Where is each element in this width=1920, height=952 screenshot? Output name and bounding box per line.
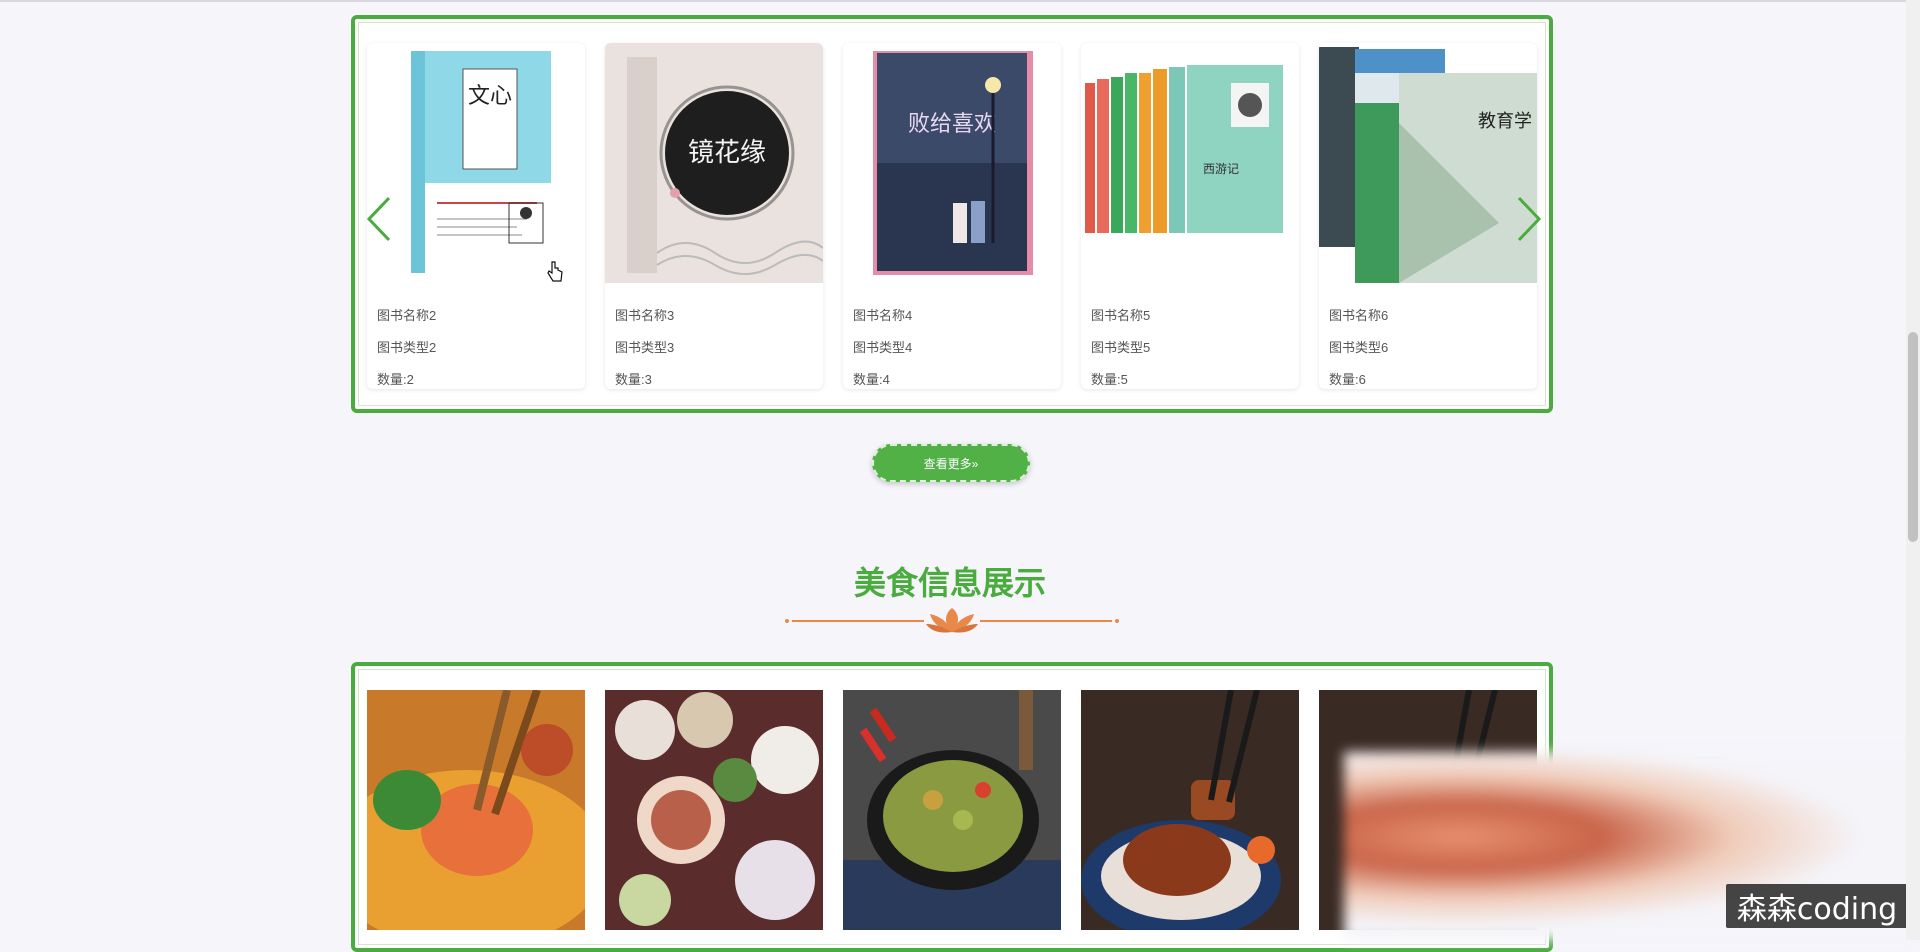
food-card[interactable] bbox=[843, 690, 1061, 930]
view-more-button[interactable]: 查看更多» bbox=[872, 444, 1030, 482]
chevron-left-icon[interactable] bbox=[365, 194, 393, 244]
cover-title: 文心 bbox=[468, 84, 512, 109]
book-carousel: 文心 图书名称2 图书类型2 数量:2 镜花缘 图书名称3 图书类型3 数量:3… bbox=[351, 15, 1553, 413]
book-type: 图书类型4 bbox=[853, 340, 913, 355]
book-type: 图书类型2 bbox=[377, 340, 437, 355]
book-type: 图书类型3 bbox=[615, 340, 675, 355]
book-card[interactable]: 教育学 图书名称6 图书类型6 数量:6 bbox=[1319, 43, 1537, 389]
book-name: 图书名称3 bbox=[615, 308, 675, 323]
cover-title: 镜花缘 bbox=[688, 138, 766, 168]
book-cover[interactable]: 教育学 bbox=[1319, 43, 1537, 283]
book-cover[interactable]: 败给喜欢 bbox=[843, 43, 1061, 283]
top-border bbox=[0, 0, 1920, 2]
scrollbar-thumb[interactable] bbox=[1908, 332, 1918, 542]
book-card[interactable]: 败给喜欢 图书名称4 图书类型4 数量:4 bbox=[843, 43, 1061, 389]
book-name: 图书名称2 bbox=[377, 308, 437, 323]
book-name: 图书名称5 bbox=[1091, 308, 1151, 323]
book-cover[interactable]: 镜花缘 bbox=[605, 43, 823, 283]
cover-title: 西游记 bbox=[1203, 162, 1239, 176]
food-card[interactable] bbox=[1081, 690, 1299, 930]
food-image[interactable] bbox=[367, 690, 585, 930]
food-image[interactable] bbox=[1081, 690, 1299, 930]
lotus-icon bbox=[926, 608, 978, 633]
book-card[interactable]: 文心 图书名称2 图书类型2 数量:2 bbox=[367, 43, 585, 389]
food-image[interactable] bbox=[843, 690, 1061, 930]
book-name: 图书名称4 bbox=[853, 308, 913, 323]
hand-cursor-icon bbox=[547, 261, 563, 282]
book-type: 图书类型5 bbox=[1091, 340, 1151, 355]
cover-title: 教育学 bbox=[1478, 111, 1532, 132]
book-count: 数量:3 bbox=[615, 372, 652, 387]
book-count: 数量:4 bbox=[853, 372, 890, 387]
book-cover[interactable]: 文心 bbox=[367, 43, 585, 283]
book-count: 数量:6 bbox=[1329, 372, 1366, 387]
title-divider bbox=[785, 608, 1119, 633]
food-card[interactable] bbox=[367, 690, 585, 930]
book-card[interactable]: 镜花缘 图书名称3 图书类型3 数量:3 bbox=[605, 43, 823, 389]
section-title: 美食信息展示 bbox=[853, 565, 1046, 601]
watermark: 森森coding bbox=[1726, 884, 1908, 928]
chevron-right-icon[interactable] bbox=[1515, 194, 1543, 244]
book-card[interactable]: 西游记 图书名称5 图书类型5 数量:5 bbox=[1081, 43, 1299, 389]
food-card[interactable] bbox=[605, 690, 823, 930]
cover-title: 败给喜欢 bbox=[908, 112, 996, 137]
book-type: 图书类型6 bbox=[1329, 340, 1389, 355]
book-count: 数量:5 bbox=[1091, 372, 1128, 387]
food-image[interactable] bbox=[605, 690, 823, 930]
book-name: 图书名称6 bbox=[1329, 308, 1389, 323]
book-cover[interactable]: 西游记 bbox=[1081, 43, 1299, 283]
book-count: 数量:2 bbox=[377, 372, 414, 387]
